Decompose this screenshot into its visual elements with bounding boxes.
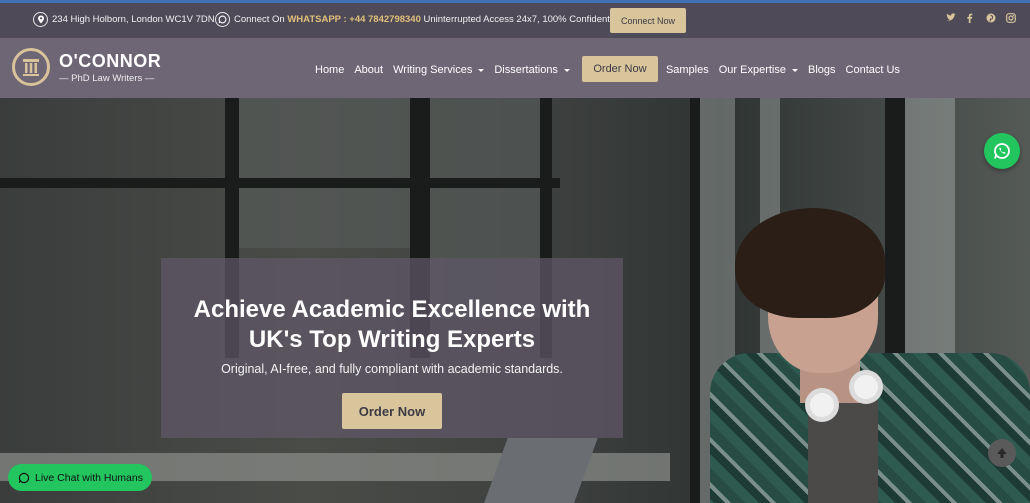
- location-pin-icon: [33, 12, 48, 27]
- brand-tagline: — PhD Law Writers —: [59, 72, 155, 84]
- nav-order-now-button[interactable]: Order Now: [581, 56, 658, 82]
- whatsapp-icon: [215, 12, 230, 27]
- instagram-icon[interactable]: [1006, 13, 1016, 23]
- top-bar: 234 High Holborn, London WC1V 7DN Connec…: [0, 0, 1030, 38]
- nav-about[interactable]: About: [354, 64, 383, 76]
- main-navbar: O'CONNOR — PhD Law Writers — Home About …: [0, 38, 1030, 98]
- caret-down-icon: [478, 68, 485, 72]
- brand-name: O'CONNOR: [59, 50, 162, 71]
- pinterest-icon[interactable]: [986, 13, 996, 23]
- hero-subtitle: Original, AI-free, and fully compliant w…: [221, 362, 563, 376]
- whatsapp-icon: [994, 143, 1010, 159]
- address-info: 234 High Holborn, London WC1V 7DN: [33, 12, 215, 27]
- pillar-logo-icon: [12, 48, 50, 86]
- live-chat-label: Live Chat with Humans: [35, 471, 143, 484]
- facebook-icon[interactable]: [966, 13, 975, 23]
- nav-contact-us[interactable]: Contact Us: [846, 64, 900, 76]
- twitter-icon[interactable]: [946, 13, 956, 22]
- arrow-up-icon: [997, 448, 1007, 458]
- nav-links: Home About Writing Services Dissertation…: [315, 56, 910, 82]
- connect-now-button[interactable]: Connect Now: [610, 8, 686, 33]
- nav-blogs[interactable]: Blogs: [808, 64, 836, 76]
- whatsapp-contact: Connect On WHATSAPP : +44 7842798340 Uni…: [215, 12, 622, 27]
- hero-content-box: Achieve Academic Excellence with UK's To…: [161, 258, 623, 438]
- hero-title-line-2: UK's Top Writing Experts: [248, 326, 536, 353]
- nav-dissertations-label: Dissertations: [494, 64, 558, 76]
- nav-samples[interactable]: Samples: [666, 64, 709, 76]
- whatsapp-icon: [18, 472, 30, 484]
- hero-title: Achieve Academic Excellence with UK's To…: [161, 295, 623, 355]
- caret-down-icon: [791, 68, 798, 72]
- nav-our-expertise-label: Our Expertise: [718, 64, 786, 76]
- social-links: [946, 13, 1016, 23]
- nav-our-expertise[interactable]: Our Expertise: [719, 64, 798, 76]
- address-text: 234 High Holborn, London WC1V 7DN: [52, 14, 215, 25]
- nav-dissertations[interactable]: Dissertations: [494, 64, 570, 76]
- whatsapp-number-link[interactable]: WHATSAPP : +44 7842798340: [287, 14, 421, 25]
- caret-down-icon: [563, 68, 570, 72]
- scroll-to-top-button[interactable]: [988, 439, 1016, 467]
- live-chat-button[interactable]: Live Chat with Humans: [8, 464, 152, 491]
- whatsapp-float-button[interactable]: [984, 133, 1020, 169]
- nav-writing-services-label: Writing Services: [393, 64, 473, 76]
- hero-section: Achieve Academic Excellence with UK's To…: [0, 98, 1030, 503]
- nav-home[interactable]: Home: [315, 64, 344, 76]
- hero-order-now-button[interactable]: Order Now: [342, 393, 442, 429]
- connect-suffix: Uninterrupted Access 24x7, 100% Confiden…: [423, 14, 623, 25]
- nav-writing-services[interactable]: Writing Services: [393, 64, 485, 76]
- connect-prefix: Connect On: [234, 14, 285, 25]
- brand-logo[interactable]: O'CONNOR — PhD Law Writers —: [12, 48, 161, 86]
- hero-title-line-1: Achieve Academic Excellence with: [193, 296, 591, 323]
